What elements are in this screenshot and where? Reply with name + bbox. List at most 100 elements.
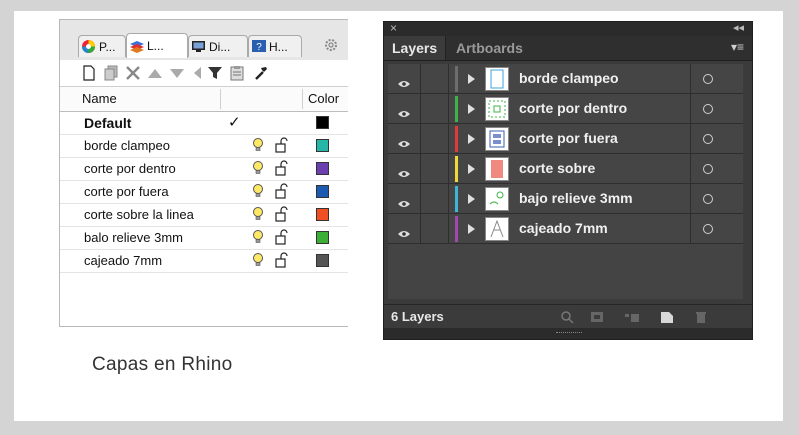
- make-clipping-mask-icon[interactable]: [590, 310, 604, 324]
- target-circle-icon[interactable]: [703, 164, 713, 174]
- target-circle-icon[interactable]: [703, 104, 713, 114]
- divider: [448, 184, 449, 214]
- rhino-layer-row[interactable]: Default ✓: [60, 112, 348, 135]
- move-left-icon[interactable]: [188, 64, 206, 82]
- rhino-layer-row[interactable]: corte por fuera: [60, 181, 348, 204]
- layer-thumbnail: [485, 97, 509, 121]
- layer-color-swatch[interactable]: [316, 116, 329, 129]
- layer-name: corte por fuera: [84, 184, 169, 199]
- tools-icon[interactable]: [252, 64, 270, 82]
- layer-color-strip: [455, 156, 458, 182]
- layer-name: cajeado 7mm: [84, 253, 163, 268]
- unlock-icon[interactable]: [275, 183, 289, 199]
- layer-name: corte por dentro: [84, 161, 176, 176]
- tab-help[interactable]: ? H...: [248, 35, 302, 57]
- rhino-toolbar: [60, 60, 348, 87]
- trash-icon[interactable]: [694, 310, 708, 324]
- delete-icon[interactable]: [124, 64, 142, 82]
- tab-display[interactable]: Di...: [188, 35, 248, 57]
- layer-name: borde clampeo: [84, 138, 170, 153]
- illustrator-layer-row[interactable]: corte por dentro: [388, 94, 743, 124]
- illustrator-layer-row[interactable]: borde clampeo: [388, 64, 743, 94]
- expand-arrow-icon[interactable]: [468, 74, 475, 84]
- unlock-icon[interactable]: [275, 206, 289, 222]
- tab-layers[interactable]: L...: [126, 33, 188, 58]
- illustrator-layer-row[interactable]: cajeado 7mm: [388, 214, 743, 244]
- rhino-layer-row[interactable]: corte sobre la linea: [60, 204, 348, 227]
- tab-artboards[interactable]: Artboards: [448, 36, 531, 60]
- layer-color-swatch[interactable]: [316, 162, 329, 175]
- target-circle-icon[interactable]: [703, 224, 713, 234]
- illustrator-tab-bar: Layers Artboards ▾≡: [384, 36, 752, 61]
- target-circle-icon[interactable]: [703, 134, 713, 144]
- expand-arrow-icon[interactable]: [468, 134, 475, 144]
- column-color[interactable]: Color: [308, 91, 339, 106]
- move-down-icon[interactable]: [168, 64, 186, 82]
- new-layer-icon[interactable]: [660, 310, 674, 324]
- lightbulb-icon[interactable]: [252, 229, 264, 245]
- svg-text:?: ?: [256, 42, 262, 53]
- column-name[interactable]: Name: [82, 91, 117, 106]
- illustrator-layer-row[interactable]: bajo relieve 3mm: [388, 184, 743, 214]
- lightbulb-icon[interactable]: [252, 252, 264, 268]
- layer-color-strip: [455, 216, 458, 242]
- tab-layers[interactable]: Layers: [384, 36, 447, 60]
- layer-color-swatch[interactable]: [316, 139, 329, 152]
- lightbulb-icon[interactable]: [252, 206, 264, 222]
- create-sublayer-icon[interactable]: [624, 310, 639, 324]
- unlock-icon[interactable]: [275, 160, 289, 176]
- lightbulb-icon[interactable]: [252, 137, 264, 153]
- rhino-layer-row[interactable]: borde clampeo: [60, 135, 348, 158]
- divider: [448, 214, 449, 244]
- target-circle-icon[interactable]: [703, 74, 713, 84]
- locate-object-icon[interactable]: [560, 310, 574, 324]
- divider: [420, 184, 421, 214]
- panel-menu-icon[interactable]: ▾≡: [731, 40, 744, 54]
- new-sublayer-icon[interactable]: [102, 64, 120, 82]
- visibility-eye-icon[interactable]: [398, 135, 410, 147]
- illustrator-layer-row[interactable]: corte por fuera: [388, 124, 743, 154]
- divider: [690, 184, 691, 214]
- close-icon[interactable]: ×: [390, 22, 397, 35]
- layer-color-swatch[interactable]: [316, 231, 329, 244]
- clipboard-icon[interactable]: [228, 64, 246, 82]
- expand-arrow-icon[interactable]: [468, 164, 475, 174]
- collapse-icon[interactable]: ◂◂: [733, 22, 744, 34]
- caption: Capas en Rhino: [92, 354, 233, 375]
- expand-arrow-icon[interactable]: [468, 224, 475, 234]
- display-icon: [191, 39, 206, 54]
- unlock-icon[interactable]: [275, 252, 289, 268]
- expand-arrow-icon[interactable]: [468, 104, 475, 114]
- unlock-icon[interactable]: [275, 137, 289, 153]
- rhino-layer-row[interactable]: cajeado 7mm: [60, 250, 348, 273]
- tab-properties[interactable]: P...: [78, 35, 126, 57]
- layers-icon: [129, 39, 144, 54]
- resize-grip[interactable]: [384, 328, 752, 339]
- visibility-eye-icon[interactable]: [398, 225, 410, 237]
- layer-color-swatch[interactable]: [316, 208, 329, 221]
- layer-color-swatch[interactable]: [316, 254, 329, 267]
- lightbulb-icon[interactable]: [252, 183, 264, 199]
- new-layer-icon[interactable]: [80, 64, 98, 82]
- divider: [420, 214, 421, 244]
- divider: [420, 64, 421, 94]
- visibility-eye-icon[interactable]: [398, 165, 410, 177]
- visibility-eye-icon[interactable]: [398, 105, 410, 117]
- visibility-eye-icon[interactable]: [398, 75, 410, 87]
- illustrator-layer-row[interactable]: corte sobre: [388, 154, 743, 184]
- visibility-eye-icon[interactable]: [398, 195, 410, 207]
- move-up-icon[interactable]: [146, 64, 164, 82]
- rhino-layer-row[interactable]: balo relieve 3mm: [60, 227, 348, 250]
- rhino-layer-row[interactable]: corte por dentro: [60, 158, 348, 181]
- rhino-column-header: Name Color: [60, 87, 348, 112]
- expand-arrow-icon[interactable]: [468, 194, 475, 204]
- layer-name: Default: [84, 115, 132, 131]
- gear-icon[interactable]: [323, 37, 339, 53]
- lightbulb-icon[interactable]: [252, 160, 264, 176]
- filter-icon[interactable]: [206, 64, 224, 82]
- grip-dots: [556, 332, 582, 335]
- layer-color-swatch[interactable]: [316, 185, 329, 198]
- unlock-icon[interactable]: [275, 229, 289, 245]
- layer-color-strip: [455, 186, 458, 212]
- target-circle-icon[interactable]: [703, 194, 713, 204]
